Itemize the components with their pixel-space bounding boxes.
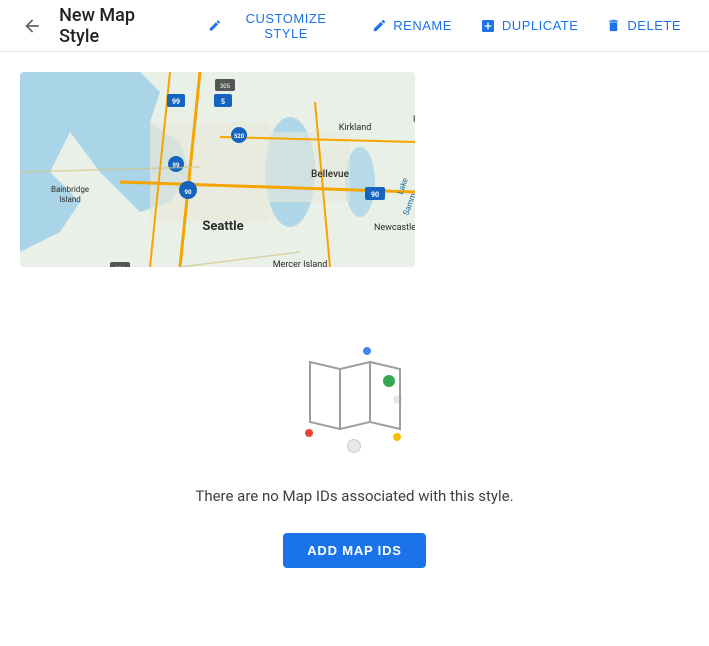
dot-gray-bottom — [347, 439, 361, 453]
customize-style-button[interactable]: CUSTOMIZE STYLE — [196, 5, 356, 47]
map-fold-icon — [305, 357, 405, 437]
map-preview: 5 99 520 99 90 90 Seattle Bellevue Bainb… — [20, 72, 415, 267]
rename-button[interactable]: RENAME — [360, 12, 464, 39]
back-button[interactable] — [16, 10, 47, 42]
main-content: 5 99 520 99 90 90 Seattle Bellevue Bainb… — [0, 52, 709, 646]
empty-state: There are no Map IDs associated with thi… — [20, 307, 689, 588]
delete-button[interactable]: DELETE — [594, 12, 693, 39]
header: New Map Style CUSTOMIZE STYLE RENAME DUP… — [0, 0, 709, 52]
svg-text:Bellevue: Bellevue — [311, 169, 350, 180]
svg-text:90: 90 — [371, 191, 379, 199]
duplicate-button[interactable]: DUPLICATE — [468, 12, 591, 40]
page-title: New Map Style — [59, 5, 176, 47]
svg-text:Redmond: Redmond — [413, 115, 415, 125]
svg-text:Kirkland: Kirkland — [339, 123, 372, 133]
rename-icon — [372, 18, 387, 33]
duplicate-label: DUPLICATE — [502, 18, 579, 33]
rename-label: RENAME — [393, 18, 452, 33]
add-map-ids-button[interactable]: ADD MAP IDS — [283, 533, 426, 568]
svg-text:305: 305 — [220, 83, 231, 90]
svg-text:5: 5 — [221, 98, 225, 106]
svg-text:Mercer Island: Mercer Island — [273, 260, 328, 267]
duplicate-icon — [480, 18, 496, 34]
svg-text:Island: Island — [59, 195, 81, 204]
svg-text:Bainbridge: Bainbridge — [51, 185, 89, 194]
header-actions: CUSTOMIZE STYLE RENAME DUPLICATE DELETE — [196, 5, 693, 47]
svg-text:304: 304 — [115, 266, 126, 267]
map-illustration — [285, 327, 425, 467]
svg-text:Seattle: Seattle — [202, 219, 243, 234]
svg-text:Newcastle: Newcastle — [374, 223, 415, 233]
svg-text:520: 520 — [234, 133, 245, 140]
dot-blue-top — [363, 347, 371, 355]
empty-state-text: There are no Map IDs associated with thi… — [195, 487, 513, 505]
delete-label: DELETE — [627, 18, 681, 33]
delete-icon — [606, 18, 621, 33]
customize-style-label: CUSTOMIZE STYLE — [228, 11, 345, 41]
customize-icon — [208, 18, 222, 33]
svg-text:90: 90 — [185, 189, 192, 196]
map-thumbnail: 5 99 520 99 90 90 Seattle Bellevue Bainb… — [20, 72, 415, 267]
svg-text:99: 99 — [172, 98, 180, 106]
